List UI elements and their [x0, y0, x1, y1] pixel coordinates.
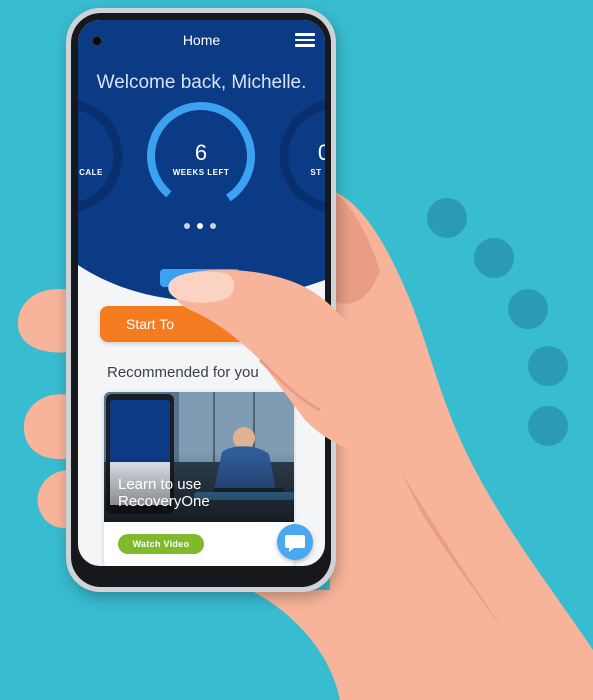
hand-thumb-illustration — [168, 269, 415, 452]
